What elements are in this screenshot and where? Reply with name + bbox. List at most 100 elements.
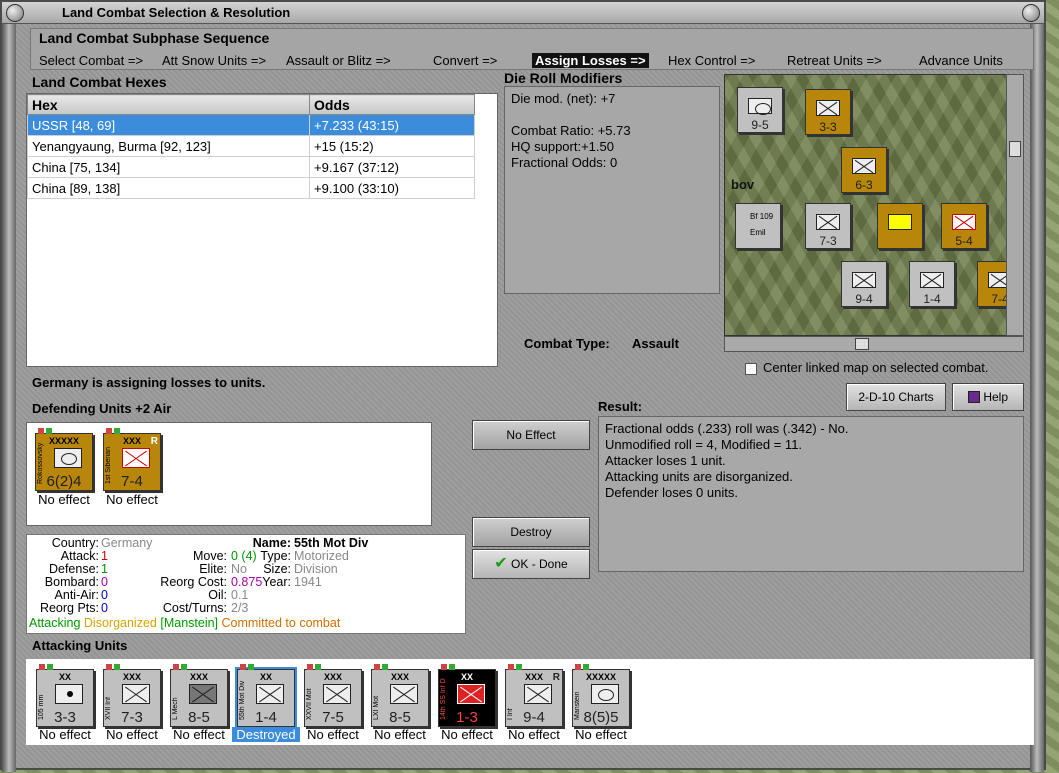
charts-button[interactable]: 2-D-10 Charts xyxy=(846,383,946,411)
status-pip xyxy=(46,428,52,434)
status-pip xyxy=(315,664,321,670)
map-counter: 9-5 xyxy=(737,87,783,133)
status-pip xyxy=(575,664,581,670)
unit-size: XX xyxy=(58,672,71,682)
col-hex[interactable]: Hex xyxy=(27,94,310,115)
attacker-result: No effect xyxy=(441,727,493,742)
country-label: Country: xyxy=(51,536,99,550)
table-row[interactable]: China [89, 138] +9.100 (33:10) xyxy=(27,177,475,199)
attacker-result: No effect xyxy=(575,727,627,742)
table-row[interactable]: China [75, 134] +9.167 (37:12) xyxy=(27,156,475,178)
destroy-button[interactable]: Destroy xyxy=(472,517,590,547)
attacker-result: No effect xyxy=(508,727,560,742)
no-effect-button[interactable]: No Effect xyxy=(472,420,590,450)
die-mod-net: Die mod. (net): +7 xyxy=(511,91,616,106)
map-scrollbar-horizontal[interactable] xyxy=(724,336,1024,352)
defense-value: 1 xyxy=(101,562,108,576)
hex-cell: USSR [48, 69] xyxy=(27,114,310,136)
subphase-header: Land Combat Subphase Sequence xyxy=(39,30,270,46)
attacker-counter[interactable]: XXVII Mot XXX 7-5 xyxy=(304,664,362,727)
status-pip xyxy=(240,664,246,670)
defending-panel: Rokossovsky XXXXX 6(2)4 No effect 1st Si… xyxy=(26,422,432,526)
unit-value: 9-4 xyxy=(523,709,545,726)
attacker-result: No effect xyxy=(374,727,426,742)
hex-table: Hex Odds USSR [48, 69] +7.233 (43:15) Ye… xyxy=(27,94,475,199)
ok-done-button[interactable]: ✔ OK - Done xyxy=(472,549,590,579)
attacker-counter[interactable]: 105 mm XX 3-3 xyxy=(36,664,94,727)
scroll-thumb[interactable] xyxy=(1009,141,1021,157)
defender-counter-rokossovsky[interactable]: Rokossovsky XXXXX 6(2)4 xyxy=(35,428,93,491)
unit-symbol xyxy=(920,272,944,288)
type-value: Motorized xyxy=(294,549,349,563)
hexes-header: Land Combat Hexes xyxy=(32,74,167,90)
unit-value: 8-5 xyxy=(188,709,210,726)
defender-counter-siberian[interactable]: 1st Siberian XXX R 7-4 xyxy=(103,428,161,491)
unit-value: 1-4 xyxy=(255,709,277,726)
year-label: Year: xyxy=(262,575,291,589)
defender-result: No effect xyxy=(38,492,90,507)
map-scrollbar-vertical[interactable] xyxy=(1006,74,1024,336)
attacker-counter[interactable]: 14th SS Inf D XX 1-3 xyxy=(438,664,496,727)
unit-size: XXXXX xyxy=(48,436,79,446)
unit-symbol xyxy=(122,448,150,468)
unit-value: 1-3 xyxy=(456,709,478,726)
map-counter-value: 6-3 xyxy=(855,178,873,192)
linked-map[interactable]: 9-5 3-3 6-3 7-3 5-4 9-4 1-4 7-4 bov Bf 1… xyxy=(724,74,1024,336)
phase-retreat: Retreat Units => xyxy=(787,53,882,68)
modifiers-header: Die Roll Modifiers xyxy=(504,70,623,86)
defense-label: Defense: xyxy=(48,562,99,576)
attacker-counter[interactable]: L Mech XXX 8-5 xyxy=(170,664,228,727)
combat-type-label: Combat Type: xyxy=(524,336,610,351)
map-air-counter: Bf 109 Emil xyxy=(735,203,781,249)
attacker-counter-selected[interactable]: 55th Mot Div XX 1-4 xyxy=(235,664,297,729)
unit-symbol xyxy=(54,448,82,468)
attacker-counter[interactable]: XVII Inf XXX 7-3 xyxy=(103,664,161,727)
frame-left xyxy=(2,24,16,772)
ok-label: OK - Done xyxy=(511,557,568,571)
attacker-result: Destroyed xyxy=(232,727,300,742)
unit-symbol xyxy=(122,684,150,704)
odds-cell: +9.167 (37:12) xyxy=(309,156,475,178)
status-pip xyxy=(106,428,112,434)
antiair-label: Anti-Air: xyxy=(54,588,99,602)
status-pip xyxy=(374,664,380,670)
elite-label: Elite: xyxy=(199,562,227,576)
unit-symbol xyxy=(816,214,840,230)
unit-size: XX xyxy=(460,672,473,682)
status-pip xyxy=(114,428,120,434)
unit-value: 3-3 xyxy=(54,709,76,726)
cost-turns-value: 2/3 xyxy=(231,601,249,615)
col-odds[interactable]: Odds xyxy=(309,94,475,115)
unit-value: 8(5)5 xyxy=(583,709,619,726)
oil-value: 0.1 xyxy=(231,588,249,602)
attacker-counter[interactable]: Manstein XXXXX 8(5)5 xyxy=(572,664,630,727)
result-line: Attacking units are disorganized. xyxy=(605,469,793,484)
unit-status-line: Attacking Disorganized [Manstein] Commit… xyxy=(29,616,340,630)
help-button[interactable]: Help xyxy=(952,383,1024,411)
year-value: 1941 xyxy=(294,575,322,589)
hq-support: HQ support:+1.50 xyxy=(511,139,614,154)
unit-info-panel: Country: Germany Attack: 1 Defense: 1 Bo… xyxy=(26,534,466,634)
map-counter-highlighted xyxy=(877,203,923,249)
map-counter-value: 5-4 xyxy=(955,234,973,248)
table-row[interactable]: Yenangyaung, Burma [92, 123] +15 (15:2) xyxy=(27,135,475,157)
map-counter-value: 9-4 xyxy=(855,292,873,306)
status-message: Germany is assigning losses to units. xyxy=(32,375,266,390)
window-close-icon[interactable] xyxy=(6,4,24,22)
reserve-tag: R xyxy=(150,436,158,447)
attacking-panel: 105 mm XX 3-3 No effect XVII Inf XXX 7-3… xyxy=(26,659,1034,745)
window-minimize-icon[interactable] xyxy=(1022,4,1040,22)
attacker-counter[interactable]: LXI Mot XXX 8-5 xyxy=(371,664,429,727)
result-panel: Fractional odds (.233) roll was (.342) -… xyxy=(598,416,1024,572)
map-counter-value: 9-5 xyxy=(751,118,769,132)
table-row[interactable]: USSR [48, 69] +7.233 (43:15) xyxy=(27,114,475,136)
air-unit-model: Emil xyxy=(750,228,766,237)
map-counter: 5-4 xyxy=(941,203,987,249)
status-pip xyxy=(181,664,187,670)
attacker-counter[interactable]: I Inf XXX R 9-4 xyxy=(505,664,563,727)
scroll-thumb[interactable] xyxy=(855,338,869,350)
odds-cell: +7.233 (43:15) xyxy=(309,114,475,136)
result-line: Fractional odds (.233) roll was (.342) -… xyxy=(605,421,849,436)
center-map-checkbox[interactable] xyxy=(745,363,757,375)
map-counter-value: 1-4 xyxy=(923,292,941,306)
